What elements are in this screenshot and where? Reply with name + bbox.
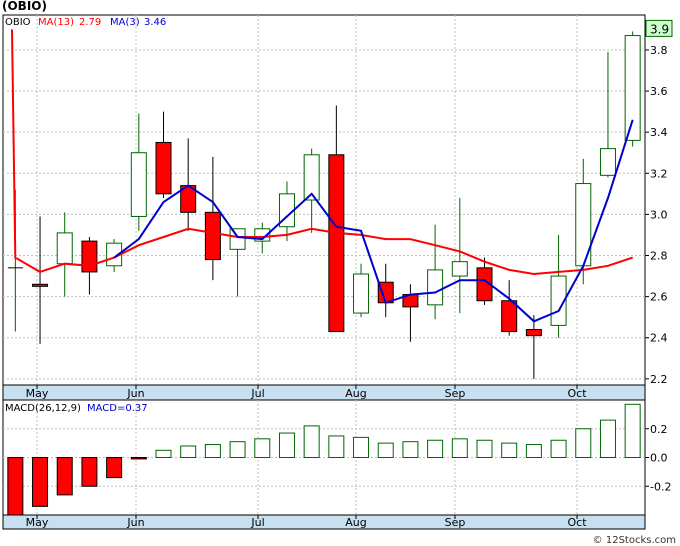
price-y-tick-label: 3.8: [650, 44, 668, 57]
price-x-tick-label: May: [26, 387, 49, 400]
macd-bar: [229, 441, 246, 458]
legend-ticker: OBIO: [5, 17, 31, 28]
macd-bar: [451, 438, 468, 458]
macd-bar: [155, 449, 172, 458]
macd-x-tick-label: Sep: [445, 516, 466, 529]
macd-bar: [7, 457, 24, 516]
candle-body: [328, 154, 345, 333]
price-y-tick-label: 2.6: [650, 291, 668, 304]
macd-bar: [575, 428, 592, 458]
macd-bar: [476, 439, 493, 458]
macd-x-axis-band: [2, 514, 646, 530]
price-y-tick-label: 2.4: [650, 332, 668, 345]
price-y-tick-label: 3.2: [650, 167, 668, 180]
macd-bar: [624, 403, 641, 458]
candle-body: [56, 232, 73, 265]
price-x-tick-label: Jul: [250, 387, 264, 400]
candle-body: [130, 152, 147, 217]
candle-body: [599, 148, 616, 176]
macd-bar: [402, 441, 419, 458]
macd-bar: [278, 432, 295, 458]
price-y-tick-label: 2.2: [650, 373, 668, 386]
chart-canvas: (OBIO) 2.2 2.4 2.6 2.8 3.0 3.2 3.4 3.6 3.8 OBIO MA…: [0, 0, 680, 546]
price-x-tick-label: Aug: [345, 387, 366, 400]
legend-ma3-value: 3.46: [144, 17, 166, 28]
macd-bar: [599, 419, 616, 458]
price-y-tick-label: 3.4: [650, 126, 668, 139]
macd-y-tick-label: 0.2: [650, 423, 668, 436]
macd-bar: [525, 444, 542, 458]
price-y-tick-label: 3.0: [650, 208, 668, 221]
candle-body: [155, 141, 172, 195]
candle-body: [204, 211, 221, 261]
legend-ma13: MA(13): [38, 17, 74, 28]
macd-bar: [303, 425, 320, 458]
price-x-axis-band: [2, 384, 646, 401]
macd-x-tick-label: Jul: [250, 516, 264, 529]
watermark: © 12Stocks.com: [593, 535, 676, 546]
candle-body: [451, 261, 468, 277]
candle-body: [353, 273, 370, 314]
macd-x-tick-label: Oct: [567, 516, 587, 529]
price-panel: 2.2 2.4 2.6 2.8 3.0 3.2 3.4 3.6 3.8 OBIO MA(13) 2.7…: [2, 14, 673, 401]
last-price-label: 3.9: [650, 22, 669, 36]
price-plot-area: [2, 14, 646, 386]
macd-bar: [81, 457, 98, 487]
macd-y-tick-label: 0.0: [650, 452, 668, 465]
price-y-tick-label: 2.8: [650, 250, 668, 263]
macd-panel: -0.2 0.0 0.2 MACD(26,12,9) MACD=0.37 May Jun Ju…: [2, 399, 671, 530]
macd-bar: [377, 442, 394, 458]
macd-y-tick-label: -0.2: [650, 480, 671, 493]
macd-x-tick-label: May: [26, 516, 49, 529]
macd-bar: [204, 444, 221, 458]
candle-body: [501, 300, 518, 333]
macd-bar: [353, 436, 370, 458]
legend-ma3: MA(3): [110, 17, 140, 28]
macd-bar: [328, 435, 345, 458]
candle-body: [81, 240, 98, 273]
macd-bar: [32, 457, 49, 507]
macd-bar: [106, 457, 123, 479]
price-y-tick-label: 3.6: [650, 85, 668, 98]
macd-bar: [550, 439, 567, 458]
candle-body: [229, 228, 246, 250]
macd-bar: [254, 438, 271, 458]
macd-x-tick-label: Aug: [345, 516, 366, 529]
price-x-tick-label: Sep: [445, 387, 466, 400]
candle-body: [624, 35, 641, 141]
candle-body: [525, 329, 542, 337]
macd-bar: [427, 439, 444, 458]
candle-body: [32, 283, 49, 287]
macd-bar: [56, 457, 73, 496]
macd-legend-value: MACD=0.37: [87, 403, 148, 414]
macd-legend-name: MACD(26,12,9): [5, 403, 81, 414]
macd-bar: [180, 445, 197, 458]
macd-x-tick-label: Jun: [126, 516, 144, 529]
candle-body: [427, 269, 444, 306]
price-x-tick-label: Jun: [126, 387, 144, 400]
chart-title: (OBIO): [2, 0, 47, 13]
legend-ma13-value: 2.79: [79, 17, 101, 28]
macd-bar: [130, 457, 147, 460]
price-x-tick-label: Oct: [567, 387, 587, 400]
macd-bar: [501, 442, 518, 458]
candle: [624, 31, 641, 147]
